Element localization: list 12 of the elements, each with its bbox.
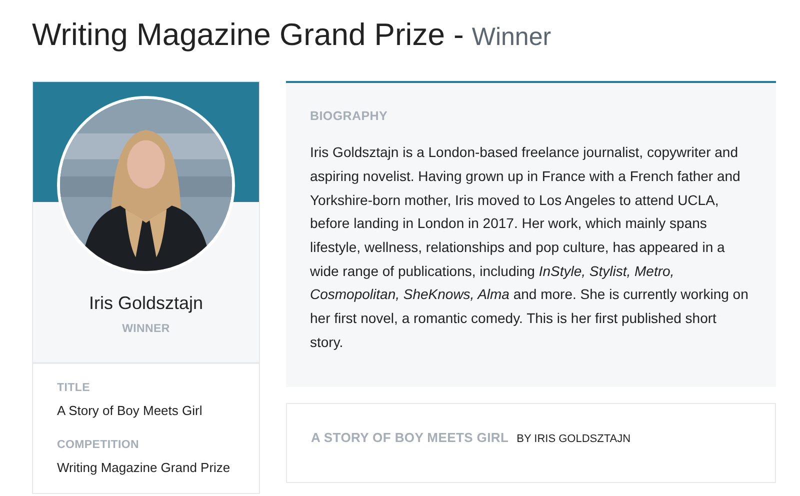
story-title: A STORY OF BOY MEETS GIRL — [311, 428, 509, 447]
page-title: Writing Magazine Grand Prize - — [32, 16, 464, 54]
page-subtitle: Winner — [472, 22, 552, 53]
detail-value: A Story of Boy Meets Girl — [57, 402, 204, 420]
author-role: WINNER — [121, 322, 171, 336]
detail-label: COMPETITION — [57, 438, 140, 452]
detail-value: Writing Magazine Grand Prize — [57, 458, 232, 477]
biography-text: Iris Goldsztajn is a London-based freelance journalist, copywriter and aspiring novelist. Having grown up in France with a French father and Yorkshire-born mother, Iris moved to Los Angeles to attend UCLA, before landing in London in 2017. Her work, which mainly spans lifestyle, wellness, relationships and pop culture, has appeared in a wide range of publications, including InStyle, Stylist, Metro, Cosmopolitan, SheKnows, Alma and more. She is currently working on her first novel, a romantic comedy. This is her first published short story. — [310, 143, 750, 352]
story-byline: BY IRIS GOLDSZTAJN — [516, 432, 631, 447]
author-name: Iris Goldsztajn — [88, 292, 204, 315]
biography-heading: BIOGRAPHY — [310, 108, 389, 124]
detail-label: TITLE — [57, 380, 91, 396]
